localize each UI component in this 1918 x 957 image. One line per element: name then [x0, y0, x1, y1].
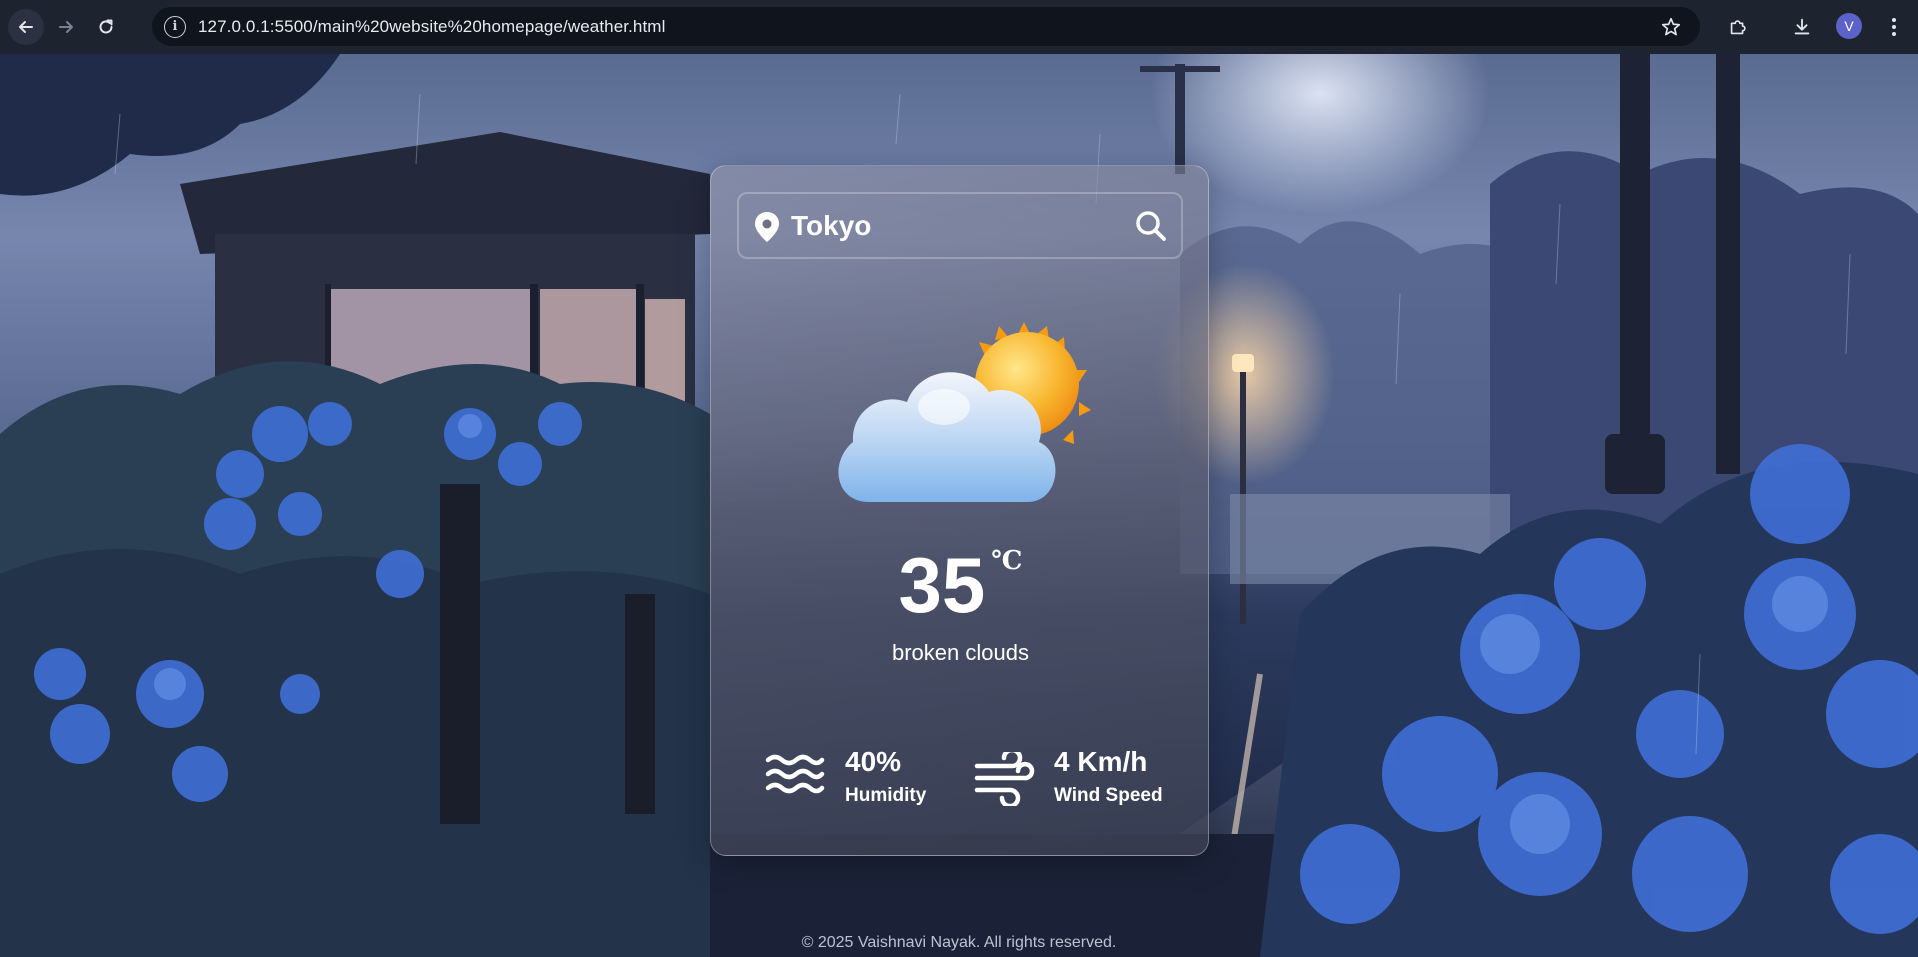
- search-box: [737, 192, 1183, 259]
- humidity-stat: 40% Humidity: [765, 746, 945, 816]
- profile-avatar[interactable]: V: [1836, 13, 1862, 39]
- back-button[interactable]: [8, 9, 44, 45]
- browser-toolbar: i 127.0.0.1:5500/main%20website%20homepa…: [0, 0, 1918, 54]
- download-icon: [1794, 18, 1810, 35]
- humidity-label: Humidity: [845, 785, 927, 806]
- weather-card: 35℃ broken clouds 40% Humidity: [710, 165, 1209, 856]
- url-text[interactable]: 127.0.0.1:5500/main%20website%20homepage…: [198, 17, 665, 37]
- extensions-button[interactable]: [1718, 7, 1758, 47]
- extensions-icon: [1730, 20, 1746, 35]
- wind-label: Wind Speed: [1054, 785, 1163, 806]
- partly-cloudy-sun-icon: [838, 322, 1091, 502]
- humidity-waves-icon: [765, 754, 825, 794]
- back-arrow-icon: [19, 21, 33, 33]
- weather-description: broken clouds: [892, 640, 1029, 665]
- temperature-unit: ℃: [991, 546, 1023, 576]
- reload-icon: [99, 19, 113, 34]
- browser-menu-button[interactable]: [1874, 7, 1914, 47]
- humidity-value: 40%: [845, 746, 902, 777]
- site-info-icon[interactable]: i: [164, 15, 186, 38]
- temperature-value: 35: [898, 541, 986, 629]
- city-search-input[interactable]: [791, 204, 1121, 248]
- forward-arrow-icon: [59, 21, 73, 33]
- bookmark-star-icon[interactable]: [1660, 16, 1682, 38]
- search-icon[interactable]: [1133, 208, 1169, 244]
- location-pin-icon: [755, 212, 779, 242]
- wind-icon: [974, 752, 1035, 806]
- footer-copyright: © 2025 Vaishnavi Nayak. All rights reser…: [801, 934, 1117, 951]
- downloads-button[interactable]: [1782, 7, 1822, 47]
- address-bar[interactable]: i 127.0.0.1:5500/main%20website%20homepa…: [152, 7, 1700, 46]
- temperature-display: 35 ℃: [711, 546, 1210, 624]
- page-viewport: 35℃ broken clouds 40% Humidity: [0, 54, 1918, 957]
- forward-button[interactable]: [48, 9, 84, 45]
- wind-stat: 4 Km/h Wind Speed: [974, 746, 1184, 816]
- reload-button[interactable]: [88, 9, 124, 45]
- more-menu-icon: [1892, 18, 1896, 36]
- wind-value: 4 Km/h: [1054, 746, 1148, 777]
